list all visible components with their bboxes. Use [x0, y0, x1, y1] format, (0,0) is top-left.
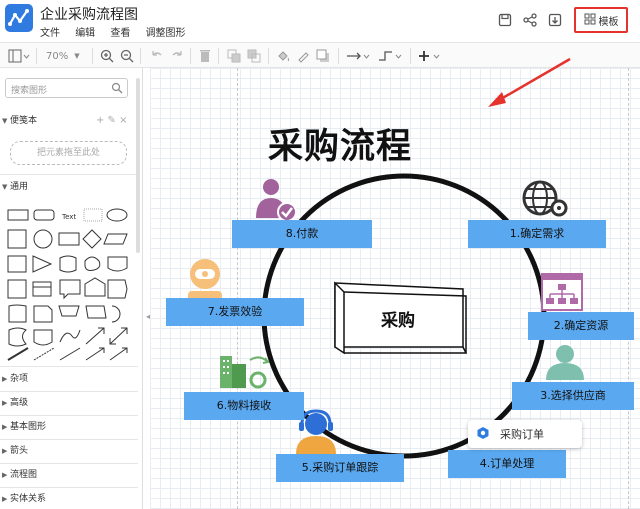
- zoom-select[interactable]: 70% ▼: [46, 48, 80, 64]
- step-5-order-tracking[interactable]: 5.采购订单跟踪: [276, 454, 404, 482]
- share-icon[interactable]: [522, 12, 538, 28]
- page-boundary: [237, 68, 238, 509]
- globe-gear-icon[interactable]: [520, 178, 570, 220]
- category-flowchart[interactable]: ▶ 流程图: [0, 466, 142, 484]
- invoice-robot-icon[interactable]: [184, 258, 226, 302]
- line-color-icon[interactable]: [296, 48, 310, 64]
- template-label: 模板: [598, 16, 619, 28]
- step-7-invoice-verification[interactable]: 7.发票效验: [166, 298, 304, 326]
- org-chart-icon[interactable]: [540, 272, 584, 312]
- to-back-icon[interactable]: [247, 48, 261, 64]
- step-2-determine-resources[interactable]: 2.确定资源: [528, 312, 634, 340]
- panel-toggle-icon[interactable]: [8, 48, 30, 64]
- menu-bar: 文件 编辑 查看 调整图形: [40, 24, 198, 39]
- menu-adjust-shape[interactable]: 调整图形: [146, 28, 186, 39]
- menu-view[interactable]: 查看: [110, 28, 130, 39]
- app-logo[interactable]: [5, 4, 33, 32]
- step-1-determine-demand[interactable]: 1.确定需求: [468, 220, 606, 248]
- category-advanced[interactable]: ▶ 高级: [0, 394, 142, 412]
- connection-style-icon[interactable]: [346, 48, 372, 64]
- tag-hexagon-icon: [476, 426, 490, 443]
- download-icon[interactable]: [547, 12, 563, 28]
- category-misc[interactable]: ▶ 杂项: [0, 370, 142, 388]
- zoom-in-icon[interactable]: [100, 48, 114, 64]
- shape-search-input[interactable]: 搜索图形: [5, 78, 128, 98]
- page-boundary: [628, 68, 629, 509]
- save-icon[interactable]: [497, 12, 513, 28]
- search-placeholder: 搜索图形: [11, 86, 48, 96]
- step-8-payment[interactable]: 8.付款: [232, 220, 372, 248]
- menu-file[interactable]: 文件: [40, 28, 60, 39]
- step-6-material-receipt[interactable]: 6.物料接收: [184, 392, 304, 420]
- zoom-out-icon[interactable]: [120, 48, 134, 64]
- app-window: 企业采购流程图 文件 编辑 查看 调整图形 模板 70% ▼ 搜索图形 ▼ 便笺…: [0, 0, 640, 509]
- scratchpad-drop-area[interactable]: 把元素拖至此处: [10, 141, 127, 165]
- waypoint-style-icon[interactable]: [378, 48, 404, 64]
- category-arrows[interactable]: ▶ 箭头: [0, 442, 142, 460]
- fill-color-icon[interactable]: [276, 48, 290, 64]
- general-shapes-palette[interactable]: Text: [6, 208, 131, 363]
- sidebar-scrollbar[interactable]: [136, 78, 140, 253]
- scratchpad-actions-icon[interactable]: + ✎ ×: [96, 112, 128, 130]
- text-shape-label: Text: [61, 213, 76, 221]
- document-title[interactable]: 企业采购流程图: [40, 4, 138, 24]
- template-icon: [584, 13, 596, 28]
- insert-plus-icon[interactable]: [418, 48, 444, 64]
- category-basic-shapes[interactable]: ▶ 基本图形: [0, 418, 142, 436]
- shadow-icon[interactable]: [316, 48, 330, 64]
- menu-edit[interactable]: 编辑: [75, 28, 95, 39]
- step-4-order-processing[interactable]: 4.订单处理: [448, 450, 566, 478]
- shape-sidebar: 搜索图形 ▼ 便笺本 + ✎ × 把元素拖至此处 ▼ 通用 Text ▶ 杂项 …: [0, 68, 143, 509]
- collapse-triangle-icon: ▼: [2, 117, 8, 125]
- annotation-arrow: [488, 57, 571, 107]
- supplier-person-icon[interactable]: [542, 344, 588, 380]
- delete-icon[interactable]: [199, 48, 211, 64]
- center-label: 采购: [381, 311, 415, 331]
- header: 企业采购流程图 文件 编辑 查看 调整图形 模板: [0, 0, 640, 42]
- undo-icon[interactable]: [150, 48, 164, 64]
- person-check-icon[interactable]: [253, 178, 299, 222]
- step-3-select-supplier[interactable]: 3.选择供应商: [512, 382, 634, 410]
- search-icon[interactable]: [111, 82, 123, 97]
- purchase-order-label: 采购订单: [500, 428, 544, 441]
- diagram-title[interactable]: 采购流程: [268, 118, 412, 169]
- warehouse-building-icon[interactable]: [216, 350, 272, 390]
- redo-icon[interactable]: [170, 48, 184, 64]
- template-button[interactable]: 模板: [574, 7, 628, 33]
- to-front-icon[interactable]: [227, 48, 241, 64]
- collapse-triangle-icon: ▼: [2, 183, 8, 191]
- category-entity-relation[interactable]: ▶ 实体关系: [0, 490, 142, 508]
- general-header[interactable]: ▼ 通用: [0, 178, 142, 196]
- purchase-order-tooltip[interactable]: 采购订单: [468, 420, 582, 448]
- scratchpad-header[interactable]: ▼ 便笺本 + ✎ ×: [0, 112, 142, 130]
